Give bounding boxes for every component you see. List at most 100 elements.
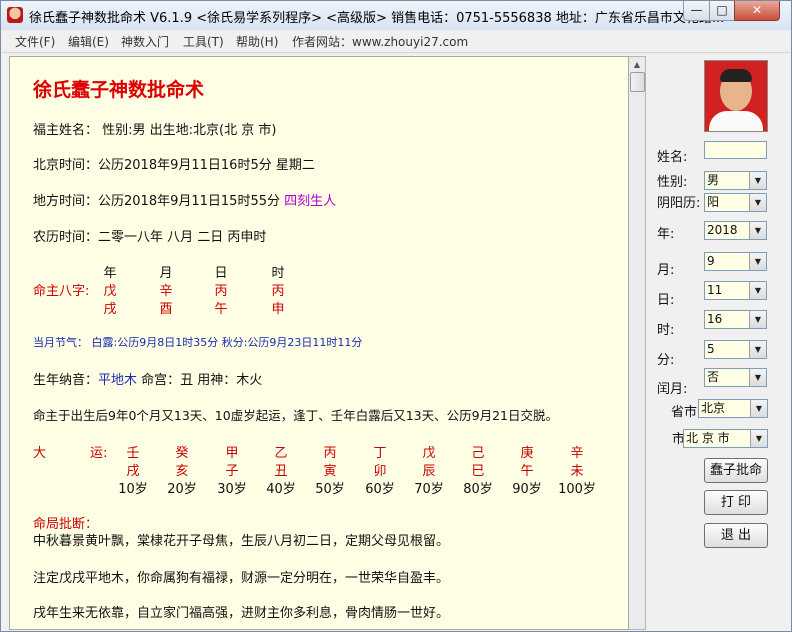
dayun-label-yun: 运: (90, 446, 108, 461)
dayun-age: 70岁 (414, 482, 444, 497)
solar-term-line: 当月节气： 白露:公历9月8日1时35分 秋分:公历9月23日11时11分 (33, 334, 362, 350)
chevron-down-icon[interactable]: ▼ (750, 430, 767, 447)
solar-term-label: 当月节气： (33, 336, 88, 349)
chevron-down-icon[interactable]: ▼ (749, 222, 766, 239)
chevron-down-icon[interactable]: ▼ (749, 282, 766, 299)
dayun-stem: 癸 (175, 446, 189, 461)
bazi-header-year: 年 (103, 266, 117, 281)
chevron-down-icon[interactable]: ▼ (749, 341, 766, 358)
dayun-age: 20岁 (167, 482, 197, 497)
hour-select[interactable]: 16 ▼ (704, 310, 767, 329)
print-button[interactable]: 打 印 (704, 490, 768, 515)
city-value: 北 京 市 (686, 431, 730, 445)
province-value: 北京 (701, 401, 726, 415)
dayun-label-da: 大 (33, 446, 47, 461)
city-select[interactable]: 北 京 市 ▼ (683, 429, 768, 448)
dayun-stem: 辛 (570, 446, 584, 461)
gender-value: 男 (707, 173, 720, 187)
chevron-down-icon[interactable]: ▼ (749, 253, 766, 270)
day-select[interactable]: 11 ▼ (704, 281, 767, 300)
dayun-age: 40岁 (266, 482, 296, 497)
dayun-stem: 丁 (373, 446, 387, 461)
minimize-button[interactable]: — (683, 1, 710, 21)
menu-help[interactable]: 帮助(H) (236, 33, 278, 50)
judgement-line-1: 中秋暮景黄叶飘，棠棣花开子母焦，生辰八月初二日，定期父母见根留。 (33, 534, 450, 549)
bazi-header-hour: 时 (271, 266, 285, 281)
local-time-note: 四刻生人 (284, 194, 337, 209)
bazi-branch-hour: 申 (271, 302, 285, 317)
judgement-line-3: 戌年生来无依靠，自立家门福高强，进财主你多利息，骨肉情肠一世好。 (33, 606, 450, 621)
bazi-branch-day: 午 (214, 302, 228, 317)
minute-select[interactable]: 5 ▼ (704, 340, 767, 359)
nayin-prefix: 生年纳音： (33, 373, 99, 388)
bazi-stem-year: 戊 (103, 284, 117, 299)
bazi-stem-hour: 丙 (271, 284, 285, 299)
chevron-down-icon[interactable]: ▼ (749, 311, 766, 328)
close-button[interactable]: ✕ (734, 1, 780, 21)
calendar-select[interactable]: 阳 ▼ (704, 193, 767, 212)
chevron-down-icon[interactable]: ▼ (749, 172, 766, 189)
month-select[interactable]: 9 ▼ (704, 252, 767, 271)
menu-intro[interactable]: 神数入门 (121, 33, 169, 50)
chevron-down-icon[interactable]: ▼ (749, 194, 766, 211)
dayun-branch: 子 (225, 464, 239, 479)
dayun-age: 30岁 (217, 482, 247, 497)
report-text-area[interactable]: 徐氏蠢子神数批命术 福主姓名： 性别:男 出生地:北京(北 京 市) 北京时间：… (9, 56, 629, 630)
dayun-stem: 己 (471, 446, 485, 461)
beijing-time-line: 北京时间：公历2018年9月11日16时5分 星期二 (33, 158, 315, 173)
menu-edit[interactable]: 编辑(E) (68, 33, 109, 50)
year-label: 年: (657, 227, 675, 242)
title-bar: 徐氏蠢子神数批命术 V6.1.9 <徐氏易学系列程序> <高级版> 销售电话：0… (1, 1, 791, 30)
app-window: 徐氏蠢子神数批命术 V6.1.9 <徐氏易学系列程序> <高级版> 销售电话：0… (0, 0, 792, 632)
dayun-branch: 午 (520, 464, 534, 479)
menu-file[interactable]: 文件(F) (15, 33, 55, 50)
province-select[interactable]: 北京 ▼ (698, 399, 768, 418)
day-label: 日: (657, 293, 675, 308)
month-value: 9 (707, 254, 715, 268)
dayun-stem: 庚 (520, 446, 534, 461)
owner-line: 福主姓名： 性别:男 出生地:北京(北 京 市) (33, 123, 277, 138)
gender-label: 性别: (657, 175, 688, 190)
dayun-branch: 巳 (471, 464, 485, 479)
dayun-branch: 亥 (175, 464, 189, 479)
dayun-branch: 未 (570, 464, 584, 479)
hour-value: 16 (707, 312, 723, 326)
solar-term-text: 白露:公历9月8日1时35分 秋分:公历9月23日11时11分 (91, 336, 363, 349)
dayun-stem: 丙 (323, 446, 337, 461)
calculate-button[interactable]: 蠢子批命 (704, 458, 768, 483)
dayun-stem: 壬 (126, 446, 140, 461)
name-field[interactable] (704, 141, 767, 159)
bazi-stem-day: 丙 (214, 284, 228, 299)
scroll-up-arrow-icon[interactable]: ▲ (629, 57, 645, 73)
chevron-down-icon[interactable]: ▼ (750, 400, 767, 417)
month-label: 月: (657, 263, 675, 278)
bazi-stem-month: 辛 (159, 284, 173, 299)
bazi-branch-month: 酉 (159, 302, 173, 317)
judgement-line-2: 注定戊戌平地木，你命属狗有福禄，财源一定分明在，一世荣华自盈丰。 (33, 571, 450, 586)
minute-value: 5 (707, 342, 715, 356)
local-time-text: 地方时间：公历2018年9月11日15时55分 (33, 194, 280, 209)
scroll-thumb[interactable] (630, 72, 645, 92)
app-icon (7, 7, 23, 23)
gender-select[interactable]: 男 ▼ (704, 171, 767, 190)
menu-author-site[interactable]: 作者网站：www.zhouyi27.com (292, 33, 468, 50)
bazi-header-day: 日 (214, 266, 228, 281)
chevron-down-icon[interactable]: ▼ (749, 369, 766, 386)
dayun-age: 90岁 (512, 482, 542, 497)
qiyun-line: 命主于出生后9年0个月又13天、10虚岁起运，逢丁、壬年白露后又13天、公历9月… (33, 408, 558, 423)
year-select[interactable]: 2018 ▼ (704, 221, 767, 240)
menu-tools[interactable]: 工具(T) (183, 33, 224, 50)
dayun-stem: 乙 (274, 446, 288, 461)
province-label: 省市 (671, 405, 698, 420)
calendar-value: 阳 (707, 195, 720, 209)
dayun-branch: 丑 (274, 464, 288, 479)
photo-shirt (709, 111, 763, 131)
leap-select[interactable]: 否 ▼ (704, 368, 767, 387)
minute-label: 分: (657, 353, 675, 368)
report-scrollbar[interactable]: ▲ (629, 56, 646, 630)
maximize-button[interactable]: □ (709, 1, 735, 21)
window-title: 徐氏蠢子神数批命术 V6.1.9 <徐氏易学系列程序> <高级版> 销售电话：0… (29, 11, 725, 26)
name-label: 姓名: (657, 150, 688, 165)
dayun-stem: 戊 (422, 446, 436, 461)
exit-button[interactable]: 退 出 (704, 523, 768, 548)
